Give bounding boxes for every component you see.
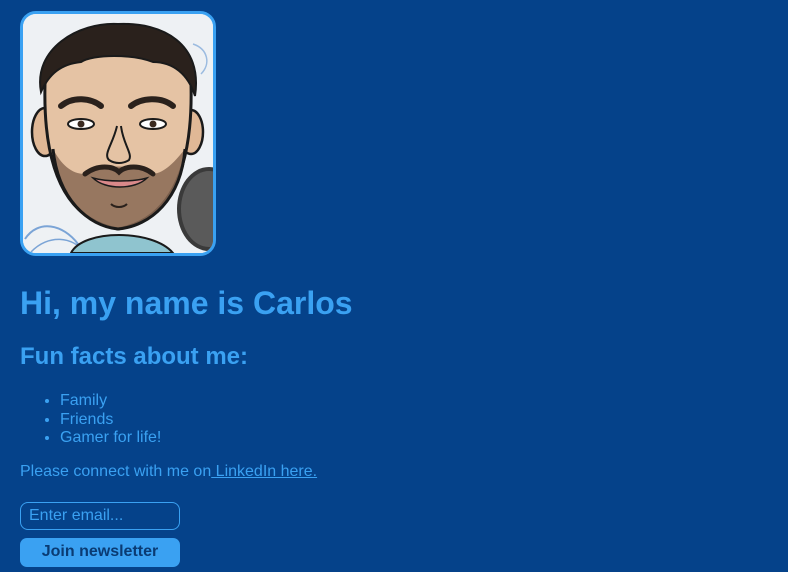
list-item: Gamer for life! [60,429,780,448]
fun-facts-heading: Fun facts about me: [20,343,249,370]
email-field[interactable] [20,501,180,530]
fun-facts-list: Family Friends Gamer for life! [20,392,780,448]
page-content: Hi, my name is Carlos Fun facts about me… [20,11,780,567]
connect-text: Please connect with me on [20,462,212,480]
avatar [20,11,216,256]
list-item: Family [60,392,780,411]
list-item: Friends [60,411,780,430]
join-newsletter-button[interactable]: Join newsletter [20,537,180,567]
linkedin-link[interactable]: LinkedIn here. [211,463,317,480]
connect-paragraph: Please connect with me on LinkedIn here. [20,463,780,481]
page-title: Hi, my name is Carlos [20,285,353,321]
caricature-portrait-icon [23,14,213,253]
